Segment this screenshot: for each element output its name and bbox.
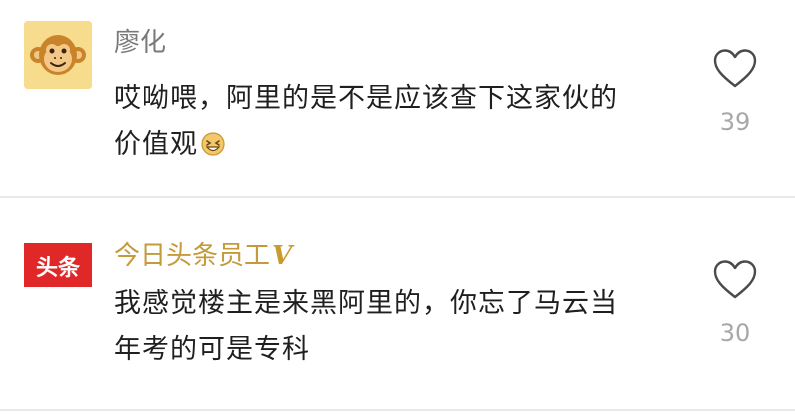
verified-badge: V: [272, 241, 293, 271]
toutiao-logo-icon: 头条: [24, 231, 92, 299]
comment-text: 我感觉楼主是来黑阿里的，你忘了马云当 年考的可是专科: [114, 281, 674, 373]
comment-text-line: 年考的可是专科: [114, 334, 310, 365]
username[interactable]: 今日头条员工V: [114, 241, 292, 271]
comment-item: 廖化 哎呦喂，阿里的是不是应该查下这家伙的 价值观 39: [0, 0, 795, 196]
comment-item: 头条 今日头条员工V 我感觉楼主是来黑阿里的，你忘了马云当 年考的可是专科 30: [0, 199, 795, 409]
heart-outline-icon: [713, 260, 757, 299]
comment-text-line: 价值观: [114, 129, 198, 160]
comment-text-line: 哎呦喂，阿里的是不是应该查下这家伙的: [114, 83, 618, 114]
like-button[interactable]: [712, 259, 758, 301]
username[interactable]: 廖化: [114, 28, 166, 58]
comment-list: 廖化 哎呦喂，阿里的是不是应该查下这家伙的 价值观 39 头条 今日头条员工V …: [0, 0, 795, 416]
divider: [0, 196, 795, 198]
monkey-face-icon: [24, 21, 92, 89]
avatar[interactable]: 头条: [24, 231, 92, 299]
like-count: 30: [719, 319, 751, 347]
toutiao-logo-text: 头条: [36, 255, 81, 281]
laughing-emoji-icon: [200, 126, 226, 172]
avatar[interactable]: [24, 21, 92, 89]
like-button[interactable]: [712, 48, 758, 90]
divider: [0, 409, 795, 411]
comment-text-line: 我感觉楼主是来黑阿里的，你忘了马云当: [114, 288, 618, 319]
heart-outline-icon: [713, 49, 757, 88]
username-text: 今日头条员工: [114, 241, 271, 271]
like-count: 39: [719, 108, 751, 136]
comment-text: 哎呦喂，阿里的是不是应该查下这家伙的 价值观: [114, 76, 674, 172]
